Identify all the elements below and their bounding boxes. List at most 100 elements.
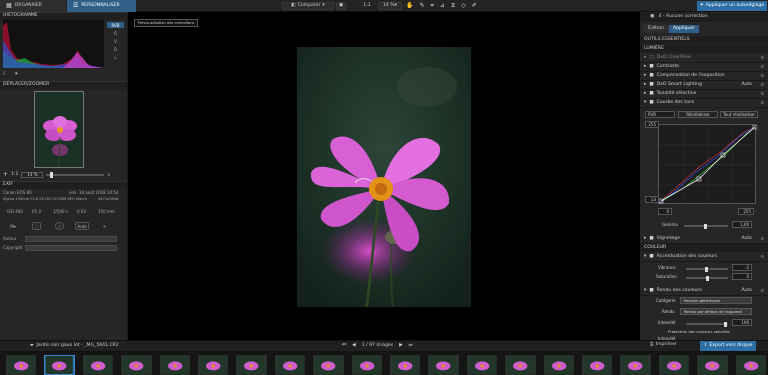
curve-top-value[interactable]: 255: [645, 121, 659, 128]
filmstrip-thumbnail[interactable]: [390, 355, 421, 375]
navigator-ratio[interactable]: 1:1: [11, 172, 18, 178]
tab-customize[interactable]: ☰ PERSONNALISER: [67, 0, 136, 12]
print-button[interactable]: ⎙ Imprimer: [650, 342, 677, 348]
highlight-clip-icon[interactable]: ☀: [14, 72, 18, 77]
eyedropper-icon[interactable]: ✎: [419, 3, 424, 9]
filmstrip-thumbnail[interactable]: [543, 355, 574, 375]
author-field[interactable]: [25, 236, 117, 242]
pin-icon[interactable]: ☰: [760, 101, 764, 105]
filmstrip-thumbnail[interactable]: [735, 355, 766, 375]
color-accent-row[interactable]: ▾ ■ Accentuation des couleurs ☰: [640, 253, 768, 262]
slider-knob[interactable]: [724, 321, 727, 327]
filmstrip-thumbnail[interactable]: [313, 355, 344, 375]
channel-g[interactable]: V: [107, 38, 124, 44]
pin-icon[interactable]: ☰: [760, 289, 764, 293]
filmstrip-thumbnail[interactable]: [121, 355, 152, 375]
light-header[interactable]: LUMIÈRE: [640, 45, 768, 53]
channel-r[interactable]: R: [107, 30, 124, 36]
pin-icon[interactable]: ☰: [760, 255, 764, 259]
gamma-slider[interactable]: [684, 223, 728, 229]
slider-knob[interactable]: [706, 275, 709, 281]
pin-icon[interactable]: ☰: [760, 74, 764, 78]
essentials-header[interactable]: OUTILS ESSENTIELS: [640, 36, 768, 44]
navigator-zoom-slider[interactable]: [46, 172, 105, 178]
contrast-row[interactable]: ▸ ■ Contraste ☰: [640, 63, 768, 72]
exposure-row[interactable]: ▸ ■ Compensation de l'exposition ☰: [640, 72, 768, 81]
saturation-value[interactable]: 0: [732, 273, 752, 280]
tab-apply[interactable]: Appliquer: [669, 25, 699, 33]
slider-knob[interactable]: [704, 223, 707, 229]
filmstrip-thumbnail[interactable]: [697, 355, 728, 375]
pin-icon[interactable]: ☰: [760, 56, 764, 60]
export-button[interactable]: ⇪ Export vers disque: [700, 341, 756, 351]
channel-b[interactable]: B: [107, 46, 124, 52]
filmstrip-thumbnail[interactable]: [159, 355, 190, 375]
vibrance-slider[interactable]: [686, 266, 728, 272]
side-by-side-button[interactable]: ▣: [336, 2, 346, 10]
channel-rgb[interactable]: RVB: [107, 22, 124, 28]
vibrance-value[interactable]: -2: [732, 264, 752, 271]
reset-all-button[interactable]: Tout réinitialiser: [720, 111, 758, 118]
saturation-slider[interactable]: [686, 275, 728, 281]
intensity-slider[interactable]: [686, 321, 728, 327]
last-icon[interactable]: ⏭: [409, 343, 413, 349]
main-photo[interactable]: [297, 47, 471, 307]
filmstrip-thumbnail[interactable]: [236, 355, 267, 375]
filmstrip-thumbnail[interactable]: [466, 355, 498, 375]
tab-edition[interactable]: Édition: [643, 25, 669, 33]
filmstrip-thumbnail[interactable]: [82, 355, 114, 375]
crop-icon[interactable]: ⌗: [431, 3, 434, 9]
intensity-value[interactable]: 100: [732, 319, 752, 326]
smart-lighting-row[interactable]: ▸ ■ DxO Smart Lighting Auto ☰: [640, 81, 768, 90]
horizon-icon[interactable]: ⊿: [440, 3, 445, 9]
filmstrip-thumbnail[interactable]: [351, 355, 382, 375]
apply-auto-button[interactable]: ✦ Appliquer un autoréglage: [697, 1, 767, 11]
next-icon[interactable]: ▶: [399, 343, 403, 349]
slider-knob[interactable]: [705, 266, 708, 272]
preset-row[interactable]: ▣ 4 - Aucune correction: [640, 13, 768, 22]
selective-tone-row[interactable]: ▸ ■ Tonalité sélective ☰: [640, 90, 768, 99]
filmstrip-thumbnail[interactable]: [505, 355, 536, 375]
compare-button[interactable]: ◧ Comparer ▾: [282, 2, 334, 10]
filmstrip-thumbnail[interactable]: [582, 355, 613, 375]
filmstrip-thumbnail[interactable]: [6, 355, 37, 375]
filmstrip-thumbnail[interactable]: [274, 355, 306, 375]
reset-button[interactable]: Réinitialiser: [678, 111, 718, 118]
preview-corrections-badge[interactable]: Prévisualisation des corrections: [134, 19, 198, 27]
navigator-thumbnail[interactable]: [34, 91, 84, 168]
magnifier-icon[interactable]: ⌕: [107, 172, 110, 178]
retouch-icon[interactable]: ✐: [472, 3, 477, 9]
prev-icon[interactable]: ◀: [352, 343, 356, 349]
clearview-row[interactable]: ▸ □ DxO ClearView ☰: [640, 54, 768, 63]
pin-icon[interactable]: ☰: [760, 92, 764, 96]
filmstrip-thumbnail[interactable]: [44, 355, 75, 375]
hand-icon[interactable]: ✋: [406, 3, 413, 9]
channel-l[interactable]: L: [107, 54, 124, 60]
first-icon[interactable]: ⏮: [342, 343, 346, 349]
gamma-value[interactable]: 1,00: [732, 221, 752, 228]
pin-icon[interactable]: ☰: [760, 83, 764, 87]
tone-curve-row[interactable]: ▾ ■ Courbe des tons ☰: [640, 99, 768, 108]
vignetting-row[interactable]: ▸ ■ Vignetage Auto ☰: [640, 235, 768, 244]
tone-curve-editor[interactable]: [658, 124, 758, 205]
perspective-icon[interactable]: ⧖: [451, 3, 455, 9]
pin-icon[interactable]: ☰: [760, 65, 764, 69]
zoom-out-icon[interactable]: +: [3, 172, 8, 178]
filmstrip-thumbnail[interactable]: [658, 355, 690, 375]
tab-organize[interactable]: ▦ ORGANISER: [0, 0, 66, 12]
color-header[interactable]: COULEUR: [640, 244, 768, 252]
zoom-ratio-button[interactable]: 1:1: [360, 2, 374, 10]
slider-knob[interactable]: [50, 172, 54, 178]
shadow-clip-icon[interactable]: ☾: [3, 72, 7, 77]
navigator-zoom-select[interactable]: 14 %: [21, 172, 44, 178]
render-select[interactable]: Rendu par défaut de l'appareil: [680, 308, 752, 315]
curve-channel-select[interactable]: RVB: [645, 111, 675, 118]
curve-x255-value[interactable]: 255: [738, 208, 754, 215]
category-select[interactable]: Rendus génériques: [680, 297, 752, 304]
zoom-select[interactable]: 14 % ▾: [378, 2, 402, 10]
filmstrip-thumbnail[interactable]: [428, 355, 459, 375]
copyright-field[interactable]: [25, 245, 117, 251]
local-adjust-icon[interactable]: ◇: [461, 3, 466, 9]
filmstrip-thumbnail[interactable]: [620, 355, 651, 375]
pin-icon[interactable]: ☰: [760, 237, 764, 241]
